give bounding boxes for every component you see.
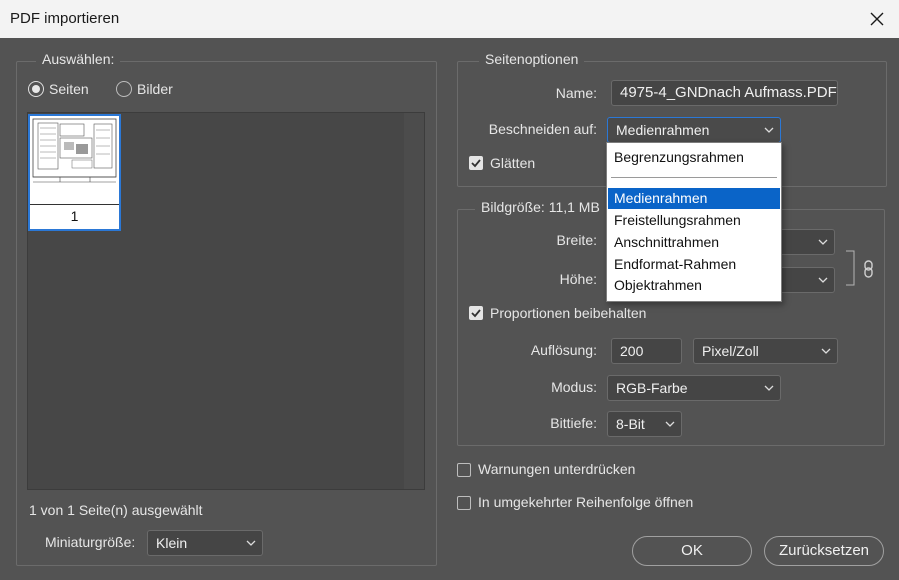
title-bar: PDF importieren xyxy=(0,0,899,38)
crop-option-art-box[interactable]: Objektrahmen xyxy=(608,275,780,296)
ok-button[interactable]: OK xyxy=(632,536,752,566)
crop-option-bleed-box[interactable]: Anschnittrahmen xyxy=(608,232,780,253)
depth-label: Bittiefe: xyxy=(550,415,597,431)
thumb-size-label: Miniaturgröße: xyxy=(45,534,136,550)
smooth-checkbox[interactable] xyxy=(469,156,483,170)
thumbnail-divider xyxy=(30,204,119,205)
name-field[interactable]: 4975-4_GNDnach Aufmass.PDF xyxy=(611,80,838,106)
radio-pages-label: Seiten xyxy=(49,81,89,97)
mode-label: Modus: xyxy=(551,379,597,395)
crop-dropdown-list: Begrenzungsrahmen Medienrahmen Freistell… xyxy=(606,142,782,302)
resolution-field[interactable]: 200 xyxy=(611,338,682,364)
radio-images[interactable]: Bilder xyxy=(116,80,186,100)
checkmark-icon xyxy=(471,159,481,168)
name-value: 4975-4_GNDnach Aufmass.PDF xyxy=(620,84,837,101)
height-unit-select[interactable] xyxy=(778,267,835,293)
page-thumbnail[interactable]: 1 xyxy=(28,114,121,231)
thumb-size-select[interactable]: Klein xyxy=(147,530,263,556)
chevron-down-icon xyxy=(764,385,774,391)
mode-select[interactable]: RGB-Farbe xyxy=(607,375,781,401)
resolution-unit-select[interactable]: Pixel/Zoll xyxy=(693,338,838,364)
width-unit-select[interactable] xyxy=(778,229,835,255)
crop-option-trim-box[interactable]: Endformat-Rahmen xyxy=(608,254,780,275)
page-options-legend: Seitenoptionen xyxy=(479,51,585,67)
crop-option-bounding-box[interactable]: Begrenzungsrahmen xyxy=(608,147,780,168)
depth-value: 8-Bit xyxy=(616,416,645,432)
thumbnail-page-number: 1 xyxy=(70,208,79,224)
radio-dot xyxy=(32,85,40,93)
dropdown-separator xyxy=(611,177,777,178)
radio-pages[interactable]: Seiten xyxy=(28,80,108,100)
crop-option-crop-box[interactable]: Freistellungsrahmen xyxy=(608,210,780,231)
smooth-label: Glätten xyxy=(490,155,536,171)
height-label: Höhe: xyxy=(559,271,597,287)
resolution-unit-value: Pixel/Zoll xyxy=(702,343,759,359)
radio-images-circle[interactable] xyxy=(116,81,132,97)
chevron-down-icon xyxy=(665,421,675,427)
crop-label: Beschneiden auf: xyxy=(488,121,597,137)
thumb-size-value: Klein xyxy=(156,535,188,551)
checkmark-icon xyxy=(471,309,481,318)
close-icon xyxy=(870,12,884,26)
crop-value: Medienrahmen xyxy=(616,122,710,138)
resolution-value: 200 xyxy=(620,343,644,359)
proportions-label: Proportionen beibehalten xyxy=(490,305,647,321)
suppress-warnings-label: Warnungen unterdrücken xyxy=(478,461,636,477)
close-button[interactable] xyxy=(862,4,892,34)
crop-option-media-box[interactable]: Medienrahmen xyxy=(608,188,780,209)
radio-pages-circle[interactable] xyxy=(28,81,44,97)
radio-images-label: Bilder xyxy=(137,81,173,97)
reverse-order-checkbox[interactable] xyxy=(457,496,471,510)
link-icon[interactable] xyxy=(846,249,876,289)
mode-value: RGB-Farbe xyxy=(616,380,688,396)
suppress-warnings-checkbox[interactable] xyxy=(457,463,471,477)
chevron-down-icon xyxy=(818,277,828,283)
depth-select[interactable]: 8-Bit xyxy=(607,411,682,437)
name-label: Name: xyxy=(555,85,597,101)
proportions-checkbox[interactable] xyxy=(469,306,483,320)
chevron-down-icon xyxy=(818,239,828,245)
chevron-down-icon xyxy=(821,348,831,354)
resolution-label: Auflösung: xyxy=(530,342,597,358)
chevron-down-icon xyxy=(246,540,256,546)
scrollbar-track[interactable] xyxy=(404,113,424,489)
chevron-down-icon xyxy=(764,127,774,133)
window-title: PDF importieren xyxy=(10,10,120,27)
width-label: Breite: xyxy=(556,232,597,248)
reverse-order-label: In umgekehrter Reihenfolge öffnen xyxy=(478,494,694,510)
crop-select[interactable]: Medienrahmen xyxy=(607,117,781,143)
selection-status: 1 von 1 Seite(n) ausgewählt xyxy=(29,502,203,518)
select-group-legend: Auswählen: xyxy=(36,51,121,67)
image-size-legend: Bildgröße: 11,1 MB xyxy=(475,199,606,215)
thumbnail-preview xyxy=(32,118,117,183)
reset-button[interactable]: Zurücksetzen xyxy=(764,536,884,566)
